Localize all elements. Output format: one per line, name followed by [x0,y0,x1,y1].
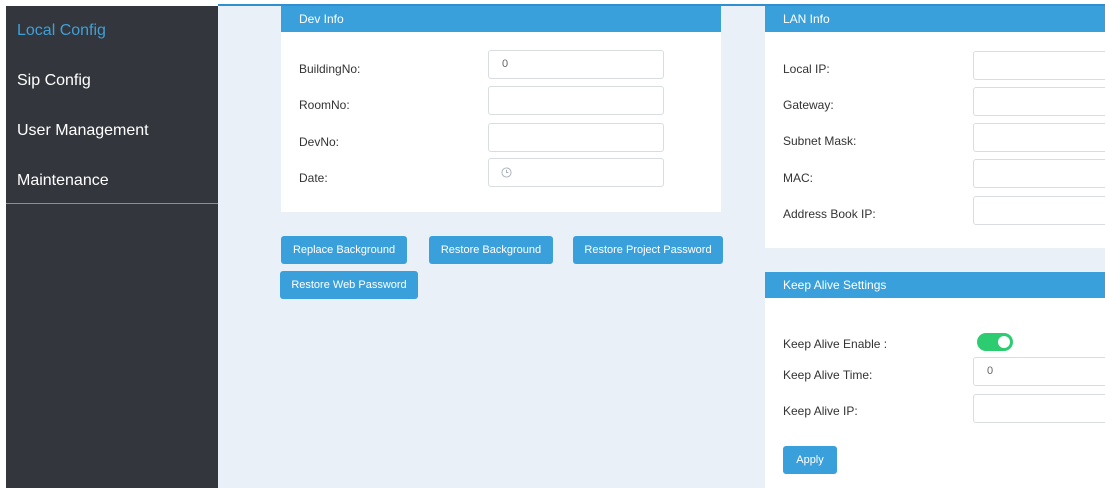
subnet-mask-field[interactable] [973,123,1105,152]
keep-alive-panel: Keep Alive Settings Keep Alive Enable : … [765,272,1105,488]
local-ip-label: Local IP: [783,62,830,76]
toggle-knob [998,336,1010,348]
sidebar: Local Config Sip Config User Management … [6,6,218,488]
restore-web-password-button[interactable]: Restore Web Password [280,271,418,299]
page: Local Config Sip Config User Management … [0,0,1105,488]
mac-field[interactable] [973,159,1105,188]
keep-alive-ip-label: Keep Alive IP: [783,404,858,418]
restore-background-button[interactable]: Restore Background [429,236,553,264]
room-no-label: RoomNo: [299,98,350,112]
sidebar-divider [6,203,218,204]
date-label: Date: [299,171,328,185]
mac-label: MAC: [783,171,813,185]
keep-alive-enable-toggle[interactable] [977,333,1013,351]
sidebar-item-local-config[interactable]: Local Config [17,22,106,40]
restore-project-password-button[interactable]: Restore Project Password [573,236,723,264]
keep-alive-enable-label: Keep Alive Enable : [783,337,888,351]
local-ip-field[interactable] [973,51,1105,80]
replace-background-button[interactable]: Replace Background [281,236,407,264]
gateway-label: Gateway: [783,98,834,112]
dev-info-header: Dev Info [281,6,721,32]
subnet-mask-label: Subnet Mask: [783,134,857,148]
building-no-label: BuildingNo: [299,62,361,76]
lan-info-header: LAN Info [765,6,1105,32]
dev-info-panel: Dev Info BuildingNo: 0 RoomNo: DevNo: Da… [281,6,721,212]
address-book-ip-label: Address Book IP: [783,207,876,221]
sidebar-item-maintenance[interactable]: Maintenance [17,172,109,190]
sidebar-item-sip-config[interactable]: Sip Config [17,72,91,90]
keep-alive-time-field[interactable]: 0 [973,357,1105,386]
building-no-field[interactable]: 0 [488,50,664,79]
gateway-field[interactable] [973,87,1105,116]
date-field[interactable] [488,158,664,187]
main-content: Dev Info BuildingNo: 0 RoomNo: DevNo: Da… [218,6,1105,488]
lan-info-panel: LAN Info Local IP: Gateway: Subnet Mask:… [765,6,1105,248]
room-no-field[interactable] [488,86,664,115]
dev-no-field[interactable] [488,123,664,152]
keep-alive-time-label: Keep Alive Time: [783,368,873,382]
keep-alive-header: Keep Alive Settings [765,272,1105,298]
apply-button[interactable]: Apply [783,446,837,474]
keep-alive-ip-field[interactable] [973,394,1105,423]
address-book-ip-field[interactable] [973,196,1105,225]
sidebar-item-user-management[interactable]: User Management [17,122,149,140]
clock-icon [501,167,512,178]
dev-no-label: DevNo: [299,135,340,149]
